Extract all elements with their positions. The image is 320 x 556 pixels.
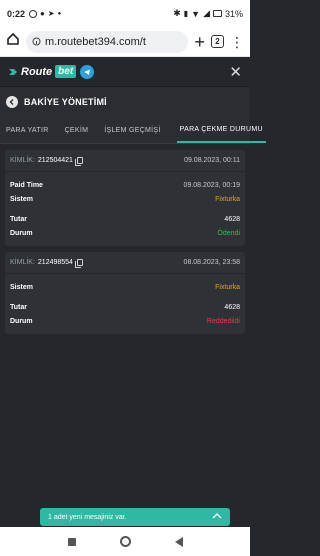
system-row: Sistem Fixturka xyxy=(5,280,245,294)
transaction-card: KİMLİK: 212504421 09.08.2023, 00:11 Paid… xyxy=(5,150,245,246)
copy-icon[interactable] xyxy=(74,157,83,166)
new-tab-button[interactable]: + xyxy=(194,33,205,51)
tab-para-yatir[interactable]: PARA YATIR xyxy=(6,117,55,143)
transaction-date: 09.08.2023, 00:11 xyxy=(184,157,240,164)
bluetooth-icon: ✱ xyxy=(173,8,181,18)
alarm-icon xyxy=(29,9,38,18)
page-title-row: BAKİYE YÖNETİMİ xyxy=(0,87,250,117)
battery-icon xyxy=(212,10,222,17)
page-title: BAKİYE YÖNETİMİ xyxy=(24,97,107,107)
message-icon: ● xyxy=(40,9,45,18)
telegram-icon[interactable] xyxy=(80,64,95,79)
address-bar[interactable]: m.routebet394.com/t xyxy=(26,30,189,53)
url-text[interactable]: m.routebet394.com/t xyxy=(45,36,146,48)
transaction-id: 212504421 xyxy=(37,157,73,164)
system-label: Sistem xyxy=(10,283,33,291)
system-value: Fixturka xyxy=(215,283,240,291)
battery-percent: 31% xyxy=(224,8,243,19)
chevron-up-icon[interactable] xyxy=(212,512,222,523)
back-nav-icon[interactable] xyxy=(174,536,183,547)
status-row: Durum Reddedildi xyxy=(5,314,245,328)
status-row: Durum Ödendi xyxy=(5,226,245,240)
chevron-left-icon xyxy=(9,99,14,105)
toast-message: 1 adet yeni mesajiniz var. xyxy=(48,513,127,521)
transaction-date: 08.08.2023, 23:58 xyxy=(183,259,240,266)
copy-icon[interactable] xyxy=(74,259,83,268)
logo-box: bet xyxy=(55,65,77,78)
recents-icon[interactable] xyxy=(67,537,76,546)
tab-islem-gecmisi[interactable]: İŞLEM GEÇMİŞİ xyxy=(104,117,166,143)
status-time: 0:22 xyxy=(7,8,26,19)
new-message-toast[interactable]: 1 adet yeni mesajiniz var. xyxy=(40,508,230,526)
home-nav-icon[interactable] xyxy=(119,536,131,547)
logo-mark-icon xyxy=(9,68,17,75)
amount-label: Tutar xyxy=(10,215,27,223)
status-badge: Ödendi xyxy=(217,229,240,237)
withdrawal-status-list: KİMLİK: 212504421 09.08.2023, 00:11 Paid… xyxy=(0,144,250,346)
system-row: Sistem Fixturka xyxy=(5,192,245,206)
send-icon: ➤ xyxy=(47,9,55,18)
id-label: KİMLİK: xyxy=(10,259,35,266)
logo-word: Route xyxy=(21,65,53,78)
system-icons: ✱ ▮ ▼ ◢ 31% xyxy=(173,8,243,19)
browser-toolbar: m.routebet394.com/t + 2 ⋮ xyxy=(0,27,250,57)
amount-value: 4628 xyxy=(224,215,240,223)
vibrate-icon: ▮ xyxy=(183,9,189,18)
routebet-logo[interactable]: Route bet xyxy=(8,65,77,78)
app-header: Route bet ✕ xyxy=(0,57,250,87)
transaction-header: KİMLİK: 212504421 09.08.2023, 00:11 xyxy=(5,150,245,172)
status-bar: 0:22 ● ➤ ● ✱ ▮ ▼ ◢ 31% xyxy=(0,0,250,27)
tab-para-cekme-durumu[interactable]: PARA ÇEKME DURUMU xyxy=(176,117,266,143)
amount-row: Tutar 4628 xyxy=(5,212,245,226)
more-dot-icon: ● xyxy=(57,10,62,17)
paid-time-label: Paid Time xyxy=(10,181,43,189)
amount-value: 4628 xyxy=(224,303,240,311)
id-label: KİMLİK: xyxy=(10,157,35,164)
system-nav-bar xyxy=(0,527,250,556)
back-button[interactable] xyxy=(6,96,18,108)
home-icon[interactable] xyxy=(6,32,20,51)
balance-tabs: PARA YATIR ÇEKİM İŞLEM GEÇMİŞİ PARA ÇEKM… xyxy=(0,117,266,144)
wifi-icon: ▼ xyxy=(191,8,201,19)
tab-cekim[interactable]: ÇEKİM xyxy=(65,117,95,143)
paid-time-value: 09.08.2023, 00:19 xyxy=(183,181,240,189)
browser-menu-icon[interactable]: ⋮ xyxy=(230,35,244,49)
system-value: Fixturka xyxy=(215,195,240,203)
paid-time-row: Paid Time 09.08.2023, 00:19 xyxy=(5,178,245,192)
status-label: Durum xyxy=(10,229,33,237)
transaction-card: KİMLİK: 212498554 08.08.2023, 23:58 Sist… xyxy=(5,252,245,334)
amount-label: Tutar xyxy=(10,303,27,311)
signal-icon: ◢ xyxy=(203,8,210,18)
system-label: Sistem xyxy=(10,195,33,203)
site-info-icon[interactable] xyxy=(32,33,41,51)
status-badge: Reddedildi xyxy=(206,317,240,325)
notification-icons: ● ➤ ● xyxy=(29,9,61,18)
transaction-id: 212498554 xyxy=(37,259,73,266)
status-label: Durum xyxy=(10,317,33,325)
transaction-header: KİMLİK: 212498554 08.08.2023, 23:58 xyxy=(5,252,245,274)
amount-row: Tutar 4628 xyxy=(5,300,245,314)
close-icon[interactable]: ✕ xyxy=(229,63,242,81)
tab-switcher-button[interactable]: 2 xyxy=(211,35,224,48)
